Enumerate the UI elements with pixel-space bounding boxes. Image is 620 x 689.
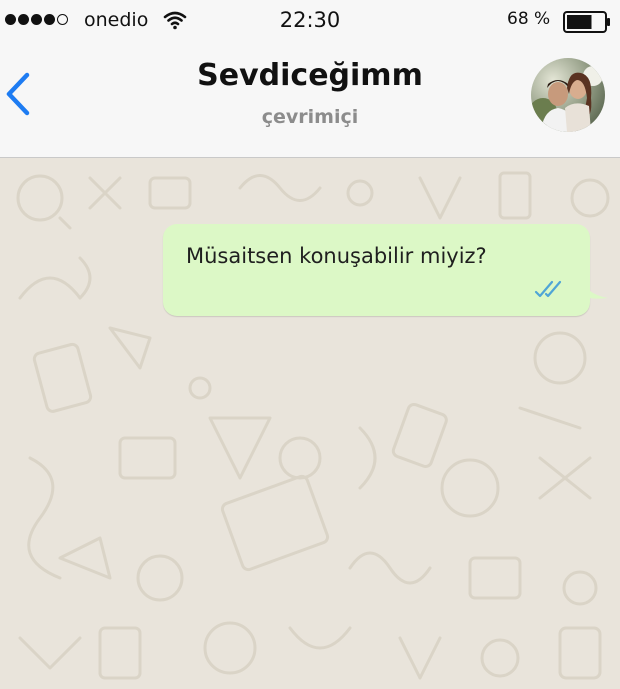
avatar-photo — [531, 58, 605, 132]
battery-icon — [563, 11, 610, 33]
status-bar: onedio 22:30 68 % — [0, 0, 620, 44]
battery-fill — [567, 15, 592, 29]
contact-status: çevrimiçi — [261, 106, 359, 128]
double-check-icon — [534, 280, 562, 298]
message-text: Müsaitsen konuşabilir miyiz? — [186, 244, 487, 268]
contact-avatar[interactable] — [531, 58, 605, 132]
message-bubble-outgoing[interactable]: Müsaitsen konuşabilir miyiz? — [163, 224, 590, 316]
chat-area[interactable]: Müsaitsen konuşabilir miyiz? — [0, 158, 620, 689]
battery-percentage: 68 % — [507, 9, 551, 29]
contact-name[interactable]: Sevdiceğimm — [0, 58, 620, 93]
chat-header: Sevdiceğimm çevrimiçi — [0, 44, 620, 158]
bubble-tail — [582, 276, 608, 299]
